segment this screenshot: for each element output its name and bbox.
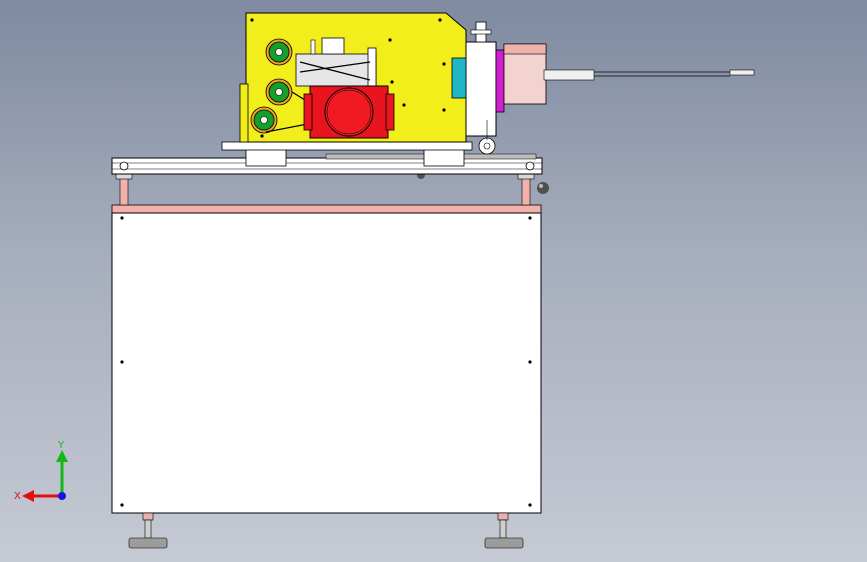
y-axis-label: Y	[57, 440, 65, 451]
cutter-head[interactable]	[451, 21, 755, 155]
x-axis-label: X	[14, 491, 21, 502]
cabinet[interactable]	[111, 204, 542, 514]
feed-roller-bottom[interactable]	[250, 106, 278, 134]
machine-model[interactable]	[0, 0, 867, 562]
support-posts	[115, 171, 549, 206]
red-motor[interactable]	[303, 85, 395, 139]
leveling-foot-right	[484, 512, 524, 549]
cad-viewport[interactable]: Y X	[0, 0, 867, 562]
coordinate-triad-icon: Y X	[14, 440, 68, 502]
feed-roller-top[interactable]	[265, 38, 293, 66]
leveling-foot-left	[128, 512, 168, 549]
feed-roller-middle[interactable]	[265, 78, 293, 106]
linear-rail-base[interactable]	[111, 153, 543, 175]
